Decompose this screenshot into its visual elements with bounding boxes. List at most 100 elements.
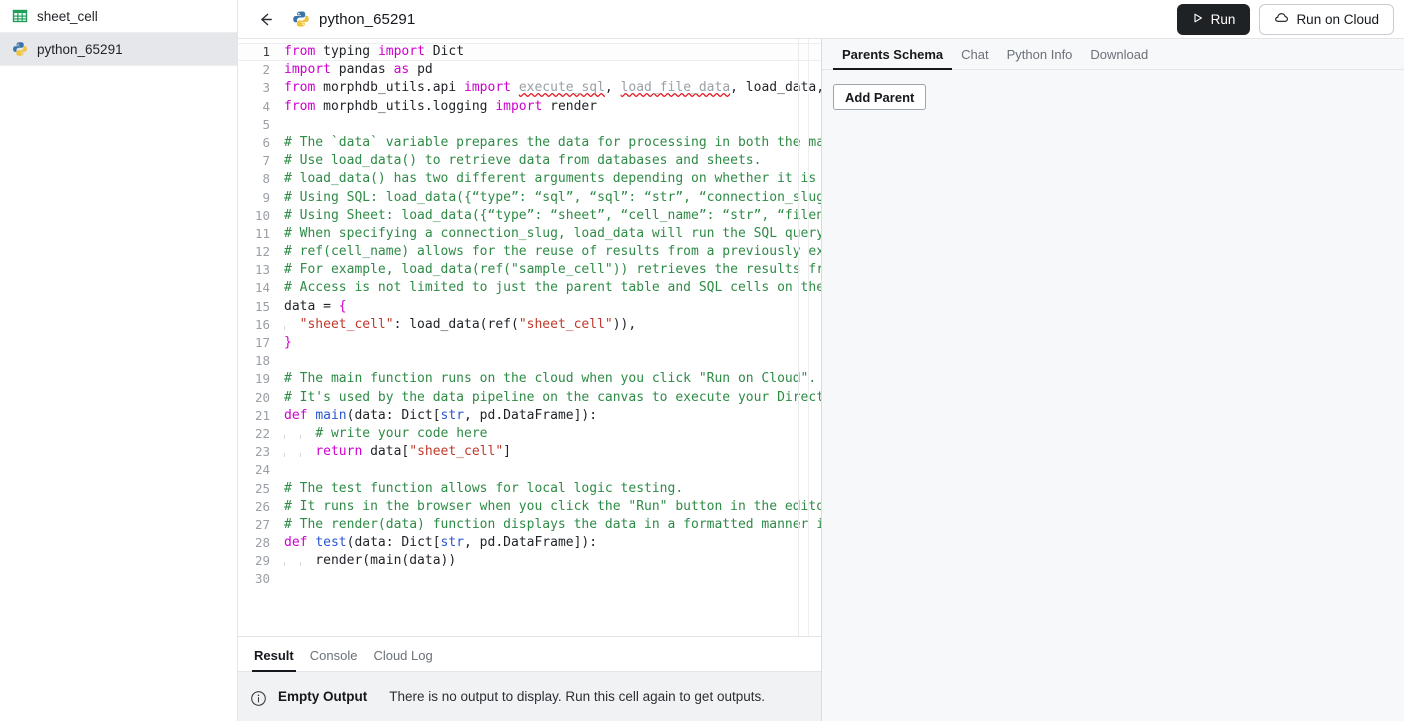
code-line[interactable]: 13 # For example, load_data(ref("sample_c… — [238, 261, 821, 279]
code-line[interactable]: 21 def main(data: Dict[str, pd.DataFrame]… — [238, 407, 821, 425]
code-line[interactable]: 25 # The test function allows for local l… — [238, 480, 821, 498]
code-line[interactable]: 23 return data["sheet_cell"] — [238, 443, 821, 461]
line-number: 30 — [254, 571, 270, 587]
code-text: # It runs in the browser when you click … — [284, 498, 821, 514]
code-text: # load_data() has two different argument… — [284, 171, 821, 187]
code-text: # For example, load_data(ref("sample_cel… — [284, 262, 821, 278]
right-panel-tabbar: Parents Schema Chat Python Info Download — [822, 39, 1404, 70]
code-text: from morphdb_utils.api import execute_sq… — [284, 79, 821, 97]
spreadsheet-icon — [12, 8, 28, 24]
code-line[interactable]: 8 # load_data() has two different argumen… — [238, 170, 821, 188]
line-number: 27 — [254, 516, 270, 532]
code-text: from typing import Dict — [284, 44, 465, 59]
code-line[interactable]: 7 # Use load_data() to retrieve data from… — [238, 152, 821, 170]
code-text: return data["sheet_cell"] — [284, 444, 511, 460]
code-line[interactable]: 9 # Using SQL: load_data({“type”: “sql”, … — [238, 189, 821, 207]
code-text: # write your code here — [284, 425, 488, 441]
code-line[interactable]: 10 # Using Sheet: load_data({“type”: “she… — [238, 207, 821, 225]
arrow-left-icon[interactable] — [252, 6, 278, 32]
main-area: python_65291 Run Run on Cloud 1 from typi… — [238, 0, 1404, 721]
tab-download[interactable]: Download — [1081, 47, 1157, 69]
sidebar-item-sheet-cell[interactable]: sheet_cell — [0, 0, 237, 33]
code-line[interactable]: 30 — [238, 570, 821, 588]
tab-result[interactable]: Result — [246, 648, 302, 672]
add-parent-button[interactable]: Add Parent — [833, 84, 927, 110]
code-text: # When specifying a connection_slug, loa… — [284, 225, 821, 241]
code-line[interactable]: 11 # When specifying a connection_slug, l… — [238, 225, 821, 243]
line-number: 2 — [262, 62, 270, 78]
sidebar-item-python-65291[interactable]: python_65291 — [0, 33, 237, 66]
run-on-cloud-button[interactable]: Run on Cloud — [1259, 3, 1394, 35]
run-on-cloud-label: Run on Cloud — [1296, 11, 1379, 27]
code-line[interactable]: 22 # write your code here — [238, 425, 821, 443]
code-line[interactable]: 3 from morphdb_utils.api import execute_s… — [238, 79, 821, 97]
code-text: } — [284, 335, 292, 350]
tab-chat-label: Chat — [961, 47, 989, 62]
code-line[interactable]: 5 — [238, 116, 821, 134]
code-text: # Using Sheet: load_data({“type”: “sheet… — [284, 207, 821, 223]
right-panel: Parents Schema Chat Python Info Download… — [822, 39, 1404, 721]
code-line[interactable]: 20 # It's used by the data pipeline on th… — [238, 389, 821, 407]
tab-python-info[interactable]: Python Info — [998, 47, 1082, 69]
body-split: 1 from typing import Dict 2 import pandas a… — [238, 39, 1404, 721]
result-panel: Empty Output There is no output to displ… — [238, 672, 821, 721]
code-line[interactable]: 29 render(main(data)) — [238, 552, 821, 570]
tab-console[interactable]: Console — [302, 648, 366, 671]
code-text: def main(data: Dict[str, pd.DataFrame]): — [284, 407, 598, 423]
cloud-icon — [1274, 11, 1289, 27]
code-line[interactable]: 17} — [238, 334, 821, 352]
code-text: # Access is not limited to just the pare… — [284, 280, 821, 296]
code-text: # The render(data) function displays the… — [284, 516, 821, 532]
python-icon — [292, 10, 310, 28]
line-number: 19 — [254, 371, 270, 387]
line-number: 6 — [262, 134, 270, 150]
code-lines-container[interactable]: 1 from typing import Dict 2 import pandas a… — [238, 39, 821, 636]
code-line[interactable]: 4 from morphdb_utils.logging import rende… — [238, 98, 821, 116]
code-line[interactable]: 1 from typing import Dict — [238, 43, 821, 62]
code-line[interactable]: 18 — [238, 352, 821, 370]
tab-parents-schema-label: Parents Schema — [842, 47, 944, 62]
tab-cloud-log-label: Cloud Log — [373, 648, 433, 663]
line-number: 14 — [254, 280, 270, 296]
line-number: 18 — [254, 353, 270, 369]
tab-chat[interactable]: Chat — [952, 47, 997, 69]
code-line[interactable]: 26 # It runs in the browser when you clic… — [238, 498, 821, 516]
tab-cloud-log[interactable]: Cloud Log — [365, 648, 440, 671]
code-line[interactable]: 24 — [238, 461, 821, 479]
sidebar: sheet_cell python_65291 — [0, 0, 238, 721]
line-number: 25 — [254, 480, 270, 496]
line-number: 12 — [254, 244, 270, 260]
line-number: 8 — [262, 171, 270, 187]
line-number: 28 — [254, 535, 270, 551]
play-triangle-icon — [1192, 12, 1204, 27]
code-text: # The test function allows for local log… — [284, 480, 684, 496]
code-line[interactable]: 6 # The `data` variable prepares the data… — [238, 134, 821, 152]
info-circle-icon — [250, 690, 267, 712]
code-line[interactable]: 19 # The main function runs on the cloud … — [238, 370, 821, 388]
editor-ruler-line — [798, 39, 799, 636]
tab-parents-schema[interactable]: Parents Schema — [833, 47, 953, 70]
code-text: "sheet_cell": load_data(ref("sheet_cell"… — [284, 316, 637, 332]
code-line[interactable]: 28 def test(data: Dict[str, pd.DataFrame]… — [238, 534, 821, 552]
code-line[interactable]: 14 # Access is not limited to just the pa… — [238, 279, 821, 297]
line-number: 26 — [254, 498, 270, 514]
code-line[interactable]: 2 import pandas as pd — [238, 61, 821, 79]
code-text: # The main function runs on the cloud wh… — [284, 371, 817, 387]
code-text: data = { — [284, 298, 347, 314]
code-line[interactable]: 12 # ref(cell_name) allows for the reuse … — [238, 243, 821, 261]
code-line[interactable]: 27 # The render(data) function displays t… — [238, 516, 821, 534]
line-number: 10 — [254, 207, 270, 223]
code-line[interactable]: 16 "sheet_cell": load_data(ref("sheet_ce… — [238, 316, 821, 334]
run-button[interactable]: Run — [1176, 3, 1251, 35]
line-number: 3 — [262, 80, 270, 96]
code-line[interactable]: 15 data = { — [238, 298, 821, 316]
line-number: 11 — [254, 225, 270, 241]
code-editor[interactable]: 1 from typing import Dict 2 import pandas a… — [238, 39, 821, 637]
line-number: 7 — [262, 153, 270, 169]
line-number: 21 — [254, 407, 270, 423]
sidebar-item-label: python_65291 — [37, 41, 123, 57]
line-number: 16 — [254, 316, 270, 332]
line-number: 9 — [262, 189, 270, 205]
tab-download-label: Download — [1090, 47, 1149, 62]
